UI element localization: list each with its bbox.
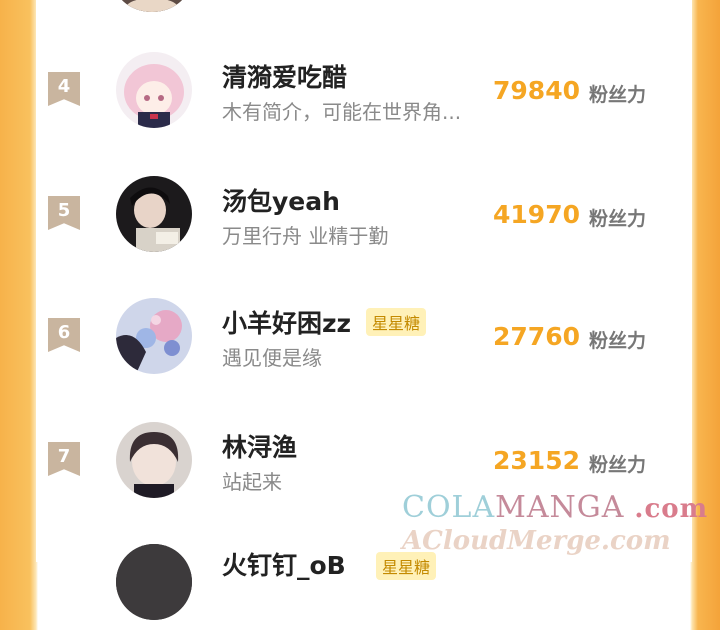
avatar[interactable] — [116, 422, 192, 498]
fans-label: 粉丝力 — [589, 330, 647, 352]
ranking-list: 4 清漪爱吃醋 木有简介，可能在世界角... 79840 粉丝力 5 汤包yea… — [36, 0, 692, 620]
user-name[interactable]: 火钉钉_oB — [222, 546, 346, 582]
list-item[interactable]: 5 汤包yeah 万里行舟 业精于勤 41970 粉丝力 — [36, 162, 692, 262]
list-item[interactable]: 6 小羊好困zz 星星糖 遇见便是缘 27760 粉丝力 — [36, 284, 692, 384]
watermark-part: .com — [634, 494, 709, 524]
user-bio: 站起来 — [222, 470, 282, 494]
tag-badge: 星星糖 — [376, 552, 437, 580]
rank-badge: 4 — [48, 72, 80, 106]
rank-badge: 5 — [48, 196, 80, 230]
user-bio: 遇见便是缘 — [222, 346, 322, 370]
avatar[interactable] — [116, 544, 192, 620]
watermark: ACloudMerge.com — [402, 526, 671, 556]
rank-badge: 7 — [48, 442, 80, 476]
avatar[interactable] — [116, 52, 192, 128]
fan-count: 41970 — [493, 200, 580, 229]
user-name[interactable]: 小羊好困zz — [222, 304, 351, 340]
fan-count: 23152 — [493, 446, 580, 475]
fans-label: 粉丝力 — [589, 454, 647, 476]
watermark-part: MANGA — [495, 490, 625, 525]
user-name[interactable]: 汤包yeah — [222, 182, 340, 218]
tag-badge: 星星糖 — [366, 308, 427, 336]
avatar[interactable] — [114, 0, 190, 12]
avatar[interactable] — [116, 298, 192, 374]
watermark: COLAMANGA .com — [402, 490, 708, 525]
fan-count: 79840 — [493, 76, 580, 105]
fans-label: 粉丝力 — [589, 208, 647, 230]
watermark-part: COLA — [402, 490, 496, 525]
fan-count: 27760 — [493, 322, 580, 351]
user-bio: 木有简介，可能在世界角... — [222, 100, 462, 124]
user-name[interactable]: 清漪爱吃醋 — [222, 58, 347, 94]
avatar[interactable] — [116, 176, 192, 252]
user-bio: 万里行舟 业精于勤 — [222, 224, 389, 248]
fans-label: 粉丝力 — [589, 84, 647, 106]
rank-badge: 6 — [48, 318, 80, 352]
user-name[interactable]: 林浔渔 — [222, 428, 297, 464]
list-item[interactable]: 4 清漪爱吃醋 木有简介，可能在世界角... 79840 粉丝力 — [36, 38, 692, 138]
